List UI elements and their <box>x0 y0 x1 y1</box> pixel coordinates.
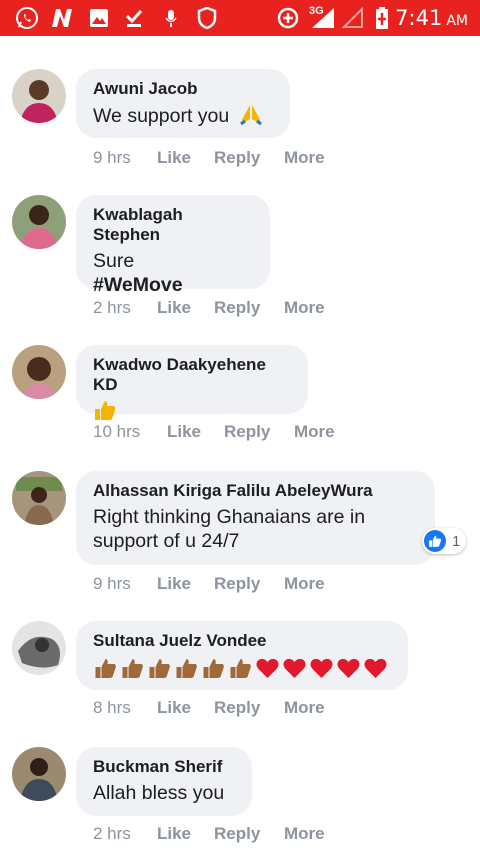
avatar[interactable] <box>12 621 66 675</box>
like-button[interactable]: Like <box>157 698 191 718</box>
more-button[interactable]: More <box>284 824 325 844</box>
like-button[interactable]: Like <box>157 298 191 318</box>
thumbs-up-medium-dark-emoji-icon <box>174 657 199 684</box>
reply-button[interactable]: Reply <box>214 298 260 318</box>
avatar[interactable] <box>12 195 66 249</box>
red-heart-emoji-icon <box>363 657 388 684</box>
comment-author[interactable]: Buckman Sherif <box>93 757 234 777</box>
comment-hashtag[interactable]: #WeMove <box>93 273 252 297</box>
emoji-row <box>93 657 390 684</box>
comment-bubble[interactable]: Awuni Jacob We support you <box>76 69 290 138</box>
comment-bubble[interactable]: Buckman Sherif Allah bless you <box>76 747 252 816</box>
reaction-summary[interactable]: 1 <box>422 528 467 554</box>
avatar[interactable] <box>12 471 66 525</box>
red-heart-emoji-icon <box>336 657 361 684</box>
comment-author[interactable]: Awuni Jacob <box>93 79 272 99</box>
comment-bubble[interactable]: Alhassan Kiriga Falilu AbeleyWura Right … <box>76 471 435 565</box>
like-button[interactable]: Like <box>157 574 191 594</box>
thumbs-up-medium-dark-emoji-icon <box>228 657 253 684</box>
download-done-icon <box>123 6 145 30</box>
comment-bubble[interactable]: Sultana Juelz Vondee <box>76 621 408 690</box>
thumbs-up-medium-dark-emoji-icon <box>201 657 226 684</box>
thumbs-up-medium-dark-emoji-icon <box>93 657 118 684</box>
red-heart-emoji-icon <box>255 657 280 684</box>
comment-text: Sure <box>93 250 135 272</box>
gallery-icon <box>88 6 110 30</box>
comment-text-line: Right thinking Ghanaians are in <box>93 506 366 528</box>
microphone-icon <box>161 6 181 30</box>
reply-button[interactable]: Reply <box>214 824 260 844</box>
whatsapp-icon <box>14 6 40 30</box>
more-button[interactable]: More <box>294 422 335 442</box>
shield-icon <box>196 6 218 30</box>
n-app-icon <box>50 6 76 30</box>
thumbs-up-medium-dark-emoji-icon <box>147 657 172 684</box>
comment-text: We support you <box>93 103 272 131</box>
network-type-label: 3G <box>309 5 324 17</box>
avatar[interactable] <box>12 69 66 123</box>
data-saver-icon <box>276 6 300 30</box>
comment-time: 10 hrs <box>93 422 141 441</box>
like-button[interactable]: Like <box>157 824 191 844</box>
more-button[interactable]: More <box>284 574 325 594</box>
like-button[interactable]: Like <box>157 148 191 168</box>
reply-button[interactable]: Reply <box>214 574 260 594</box>
comment-text: Allah bless you <box>93 782 225 804</box>
comment-bubble[interactable]: Kwadwo Daakyehene KD <box>76 345 308 420</box>
comment-author[interactable]: Kwablagah Stephen <box>93 205 252 245</box>
status-bar: 3G 7:41 AM <box>0 0 480 36</box>
reply-button[interactable]: Reply <box>214 698 260 718</box>
clock: 7:41 AM <box>395 6 468 30</box>
more-button[interactable]: More <box>284 148 325 168</box>
comment-time: 8 hrs <box>93 698 131 717</box>
reply-button[interactable]: Reply <box>214 148 260 168</box>
signal-empty-icon <box>341 6 365 30</box>
red-heart-emoji-icon <box>309 657 334 684</box>
comment-bubble[interactable]: Kwablagah Stephen Sure #WeMove <box>76 195 270 296</box>
comment-time: 9 hrs <box>93 148 131 167</box>
comment-author[interactable]: Kwadwo Daakyehene KD <box>93 355 290 395</box>
comment-text-line: support of u 24/7 <box>93 530 240 552</box>
reaction-count: 1 <box>452 532 461 550</box>
like-button[interactable]: Like <box>167 422 201 442</box>
avatar[interactable] <box>12 345 66 399</box>
folded-hands-emoji-icon <box>239 103 263 131</box>
comment-time: 2 hrs <box>93 824 131 843</box>
avatar[interactable] <box>12 747 66 801</box>
comment-time: 9 hrs <box>93 574 131 593</box>
comment-time: 2 hrs <box>93 298 131 317</box>
more-button[interactable]: More <box>284 298 325 318</box>
red-heart-emoji-icon <box>282 657 307 684</box>
comment-author[interactable]: Alhassan Kiriga Falilu AbeleyWura <box>93 481 417 501</box>
comment-author[interactable]: Sultana Juelz Vondee <box>93 631 390 651</box>
more-button[interactable]: More <box>284 698 325 718</box>
thumbs-up-medium-dark-emoji-icon <box>120 657 145 684</box>
battery-charging-icon <box>374 6 390 30</box>
reply-button[interactable]: Reply <box>224 422 270 442</box>
like-reaction-icon <box>424 530 446 552</box>
